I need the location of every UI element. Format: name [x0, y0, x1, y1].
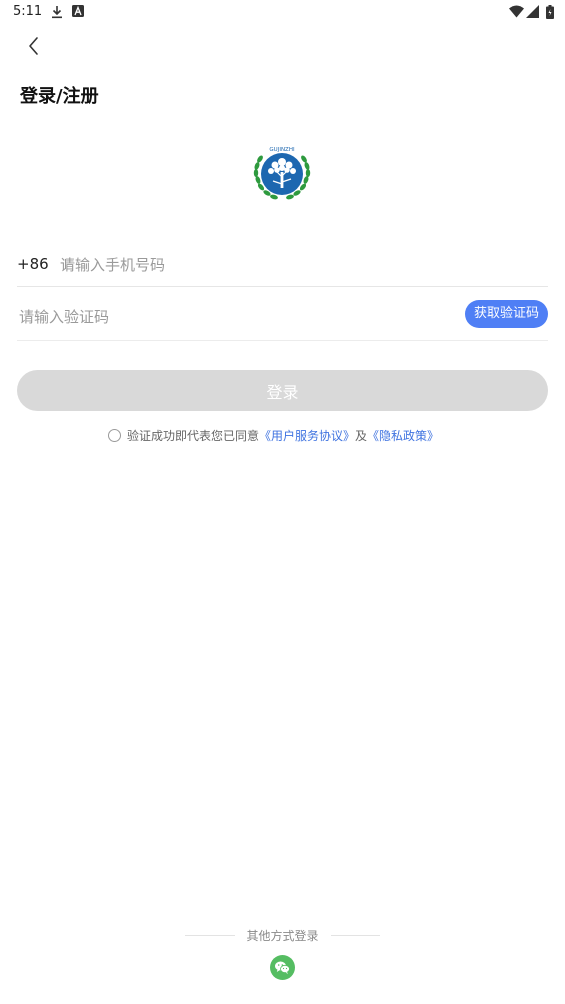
- back-button[interactable]: [24, 35, 44, 57]
- login-button[interactable]: 登录: [17, 370, 548, 411]
- get-code-button[interactable]: 获取验证码: [464, 300, 548, 328]
- agreement-row: 验证成功即代表您已同意 《用户服务协议》 及 《隐私政策》: [108, 426, 439, 444]
- status-time: 5:11: [13, 4, 43, 19]
- agree-radio[interactable]: [108, 428, 121, 442]
- verification-row: 获取验证码: [17, 292, 548, 341]
- other-login-label: 其他方式登录: [246, 928, 319, 943]
- country-code[interactable]: +86: [17, 255, 49, 273]
- wechat-icon: [275, 961, 290, 974]
- divider-line-right: [330, 934, 381, 936]
- page-title: 登录/注册: [20, 86, 99, 107]
- download-icon: [52, 6, 62, 19]
- verification-code-input[interactable]: [17, 302, 441, 332]
- phone-input[interactable]: [60, 250, 522, 280]
- phone-row: +86: [17, 242, 548, 287]
- battery-icon: [546, 5, 554, 19]
- wechat-login-button[interactable]: [270, 955, 295, 980]
- app-logo: GUJINZHI: [249, 140, 315, 206]
- signal-icon: [526, 5, 539, 18]
- terms-link[interactable]: 《用户服务协议》: [259, 427, 355, 444]
- svg-text:GUJINZHI: GUJINZHI: [269, 147, 295, 153]
- agreement-text: 验证成功即代表您已同意: [127, 428, 260, 443]
- privacy-link[interactable]: 《隐私政策》: [367, 427, 439, 444]
- agreement-joiner: 及: [355, 428, 368, 443]
- chevron-left-icon: [29, 37, 38, 55]
- wifi-icon: [509, 5, 524, 18]
- a-notification-icon: [72, 5, 84, 17]
- other-login-divider: 其他方式登录: [185, 926, 381, 944]
- divider-line-left: [185, 934, 235, 936]
- status-bar: 5:11: [0, 0, 565, 26]
